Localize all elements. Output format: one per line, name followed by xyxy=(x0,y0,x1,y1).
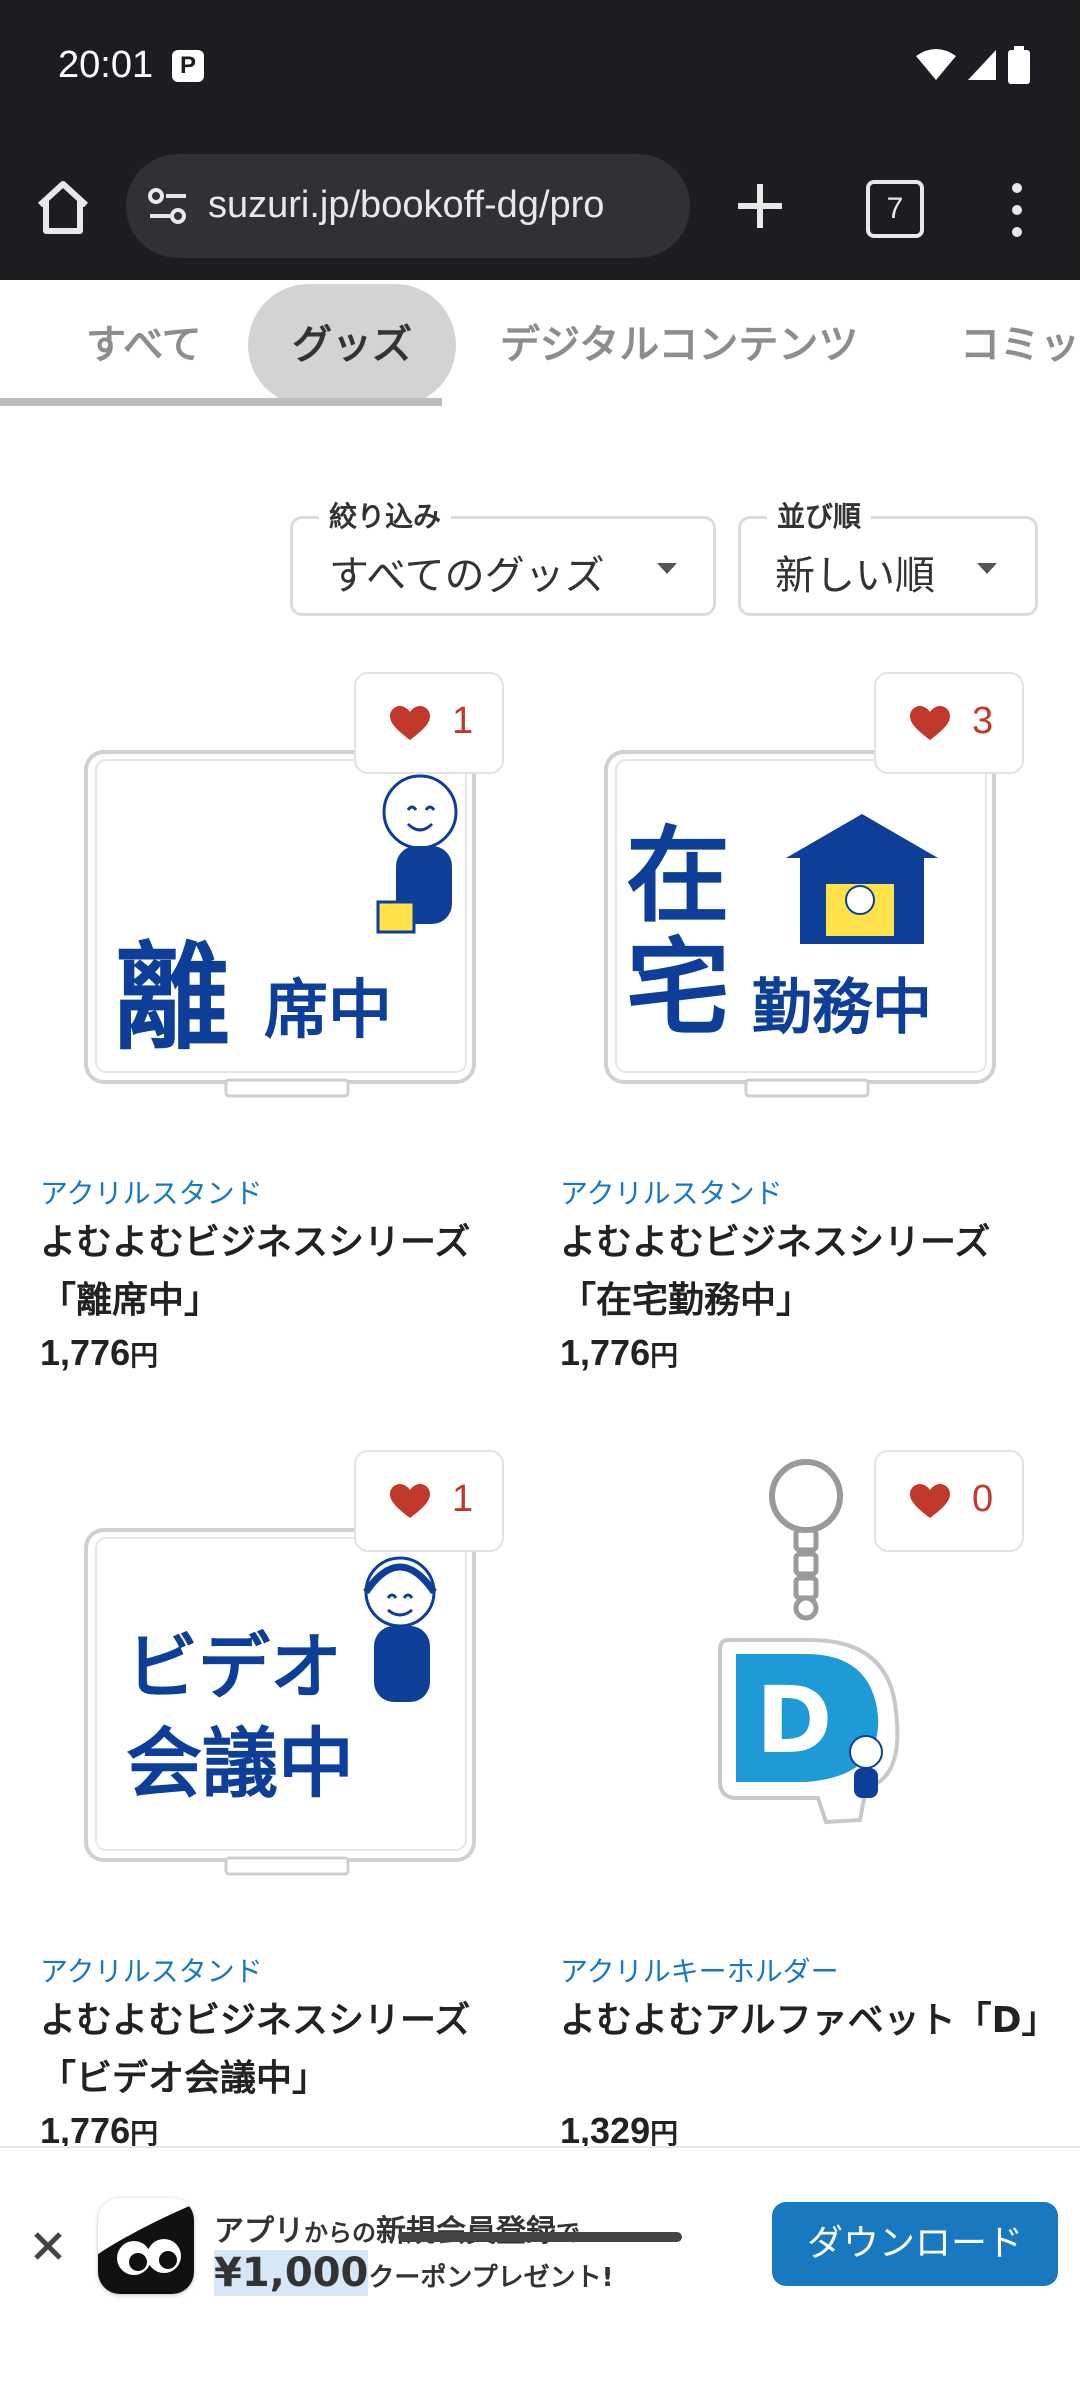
product-title[interactable]: よむよむビジネスシリーズ「ビデオ会議中」 xyxy=(40,1992,530,2108)
browser-toolbar: suzuri.jp/bookoff-dg/pro 7 xyxy=(0,140,1080,280)
favorite-button[interactable]: 1 xyxy=(354,1450,504,1552)
product-price: 1,776円 xyxy=(40,1332,158,1374)
favorite-button[interactable]: 1 xyxy=(354,672,504,774)
art-text: 在 xyxy=(626,815,730,937)
price-value: 1,776 xyxy=(40,1332,131,1373)
product-title[interactable]: よむよむビジネスシリーズ「離席中」 xyxy=(40,1214,530,1330)
battery-icon xyxy=(1008,46,1030,84)
new-tab-icon[interactable] xyxy=(730,176,790,236)
parking-notification-icon: P xyxy=(172,50,204,82)
heart-icon xyxy=(910,1484,950,1518)
coupon-amount: ¥1,000 xyxy=(214,2250,369,2296)
heart-icon xyxy=(390,706,430,740)
art-text: 会議中 xyxy=(126,1719,354,1808)
art-text: ビデオ xyxy=(126,1625,342,1709)
product-category[interactable]: アクリルスタンド xyxy=(560,1172,783,1212)
caret-down-icon xyxy=(657,563,677,574)
tab-goods[interactable]: グッズ xyxy=(248,284,456,406)
favorite-count: 1 xyxy=(452,1478,474,1520)
tab-all[interactable]: すべて xyxy=(86,284,202,406)
sort-value[interactable]: 新しい順 xyxy=(775,543,935,601)
banner-coupon: ¥1,000クーポンプレゼント! xyxy=(214,2250,613,2296)
tab-digital-contents[interactable]: デジタルコンテンツ xyxy=(500,284,858,406)
heart-icon xyxy=(390,1484,430,1518)
app-download-banner: アプリからの新規会員登録で ¥1,000クーポンプレゼント! ダウンロード xyxy=(0,2146,1080,2402)
product-price: 1,776円 xyxy=(560,1332,678,1374)
more-menu-icon[interactable] xyxy=(1000,180,1034,240)
favorite-button[interactable]: 3 xyxy=(874,672,1024,774)
wifi-icon xyxy=(916,49,956,80)
app-logo-icon xyxy=(98,2204,194,2294)
favorite-count: 1 xyxy=(452,700,474,742)
status-bar: 20:01 P xyxy=(0,0,1080,140)
close-icon[interactable] xyxy=(30,2228,66,2264)
product-card[interactable]: 在 宅 勤務中 3 アクリルスタンド よむよむビジネスシリーズ「在宅勤務中」 1… xyxy=(560,672,1050,1392)
favorite-button[interactable]: 0 xyxy=(874,1450,1024,1552)
price-value: 1,776 xyxy=(560,1332,651,1373)
price-value: 1,329 xyxy=(560,2110,651,2151)
home-indicator[interactable] xyxy=(398,2232,682,2242)
product-card[interactable]: 離 席中 1 アクリルスタンド よむよむビジネスシリーズ「離席中」 1,776円 xyxy=(40,672,530,1392)
category-tabs: すべて グッズ デジタルコンテンツ コミッ xyxy=(0,282,1080,412)
sort-select[interactable]: 並び順 新しい順 xyxy=(738,495,1038,616)
status-time: 20:01 xyxy=(58,44,154,86)
favorite-count: 3 xyxy=(972,700,994,742)
product-card[interactable]: D 0 アクリルキーホルダー よむよむアルファベット「D」 1,329円 xyxy=(560,1450,1058,2151)
signal-icon xyxy=(968,50,996,80)
url-text[interactable]: suzuri.jp/bookoff-dg/pro xyxy=(208,184,604,227)
banner-text: アプリ xyxy=(214,2214,304,2249)
app-logo xyxy=(98,2198,194,2294)
product-category[interactable]: アクリルキーホルダー xyxy=(560,1950,839,1990)
product-title[interactable]: よむよむビジネスシリーズ「在宅勤務中」 xyxy=(560,1214,1050,1330)
product-category[interactable]: アクリルスタンド xyxy=(40,1950,263,1990)
product-category[interactable]: アクリルスタンド xyxy=(40,1172,263,1212)
price-currency: 円 xyxy=(130,1339,159,1372)
address-bar[interactable]: suzuri.jp/bookoff-dg/pro xyxy=(126,154,690,258)
art-text: 席中 xyxy=(264,974,392,1048)
price-currency: 円 xyxy=(650,1339,679,1372)
heart-icon xyxy=(910,706,950,740)
caret-down-icon xyxy=(977,563,997,574)
product-card[interactable]: ビデオ 会議中 1 アクリルスタンド よむよむビジネスシリーズ「ビデオ会議中」 … xyxy=(40,1450,530,2151)
tab-indicator xyxy=(0,398,442,406)
banner-text: クーポンプレゼント! xyxy=(368,2263,614,2293)
sort-label: 並び順 xyxy=(767,495,872,535)
art-text: D xyxy=(756,1667,832,1774)
narrow-filter-value[interactable]: すべてのグッズ xyxy=(329,543,605,601)
banner-text: からの xyxy=(304,2219,376,2247)
banner-message: アプリからの新規会員登録で xyxy=(214,2206,580,2250)
tab-comics[interactable]: コミッ xyxy=(960,284,1080,406)
tab-switcher-button[interactable]: 7 xyxy=(866,180,924,238)
system-icons xyxy=(916,46,1030,84)
product-title[interactable]: よむよむアルファベット「D」 xyxy=(560,1992,1058,2050)
home-icon[interactable] xyxy=(30,175,96,241)
narrow-filter-label: 絞り込み xyxy=(319,495,452,535)
download-button[interactable]: ダウンロード xyxy=(772,2202,1058,2286)
art-text: 勤務中 xyxy=(752,973,932,1043)
favorite-count: 0 xyxy=(972,1478,994,1520)
narrow-filter-select[interactable]: 絞り込み すべてのグッズ xyxy=(290,495,716,616)
site-settings-icon[interactable] xyxy=(146,184,190,228)
art-text: 離 xyxy=(114,931,230,1066)
price-value: 1,776 xyxy=(40,2110,131,2151)
art-text: 宅 xyxy=(626,927,730,1049)
